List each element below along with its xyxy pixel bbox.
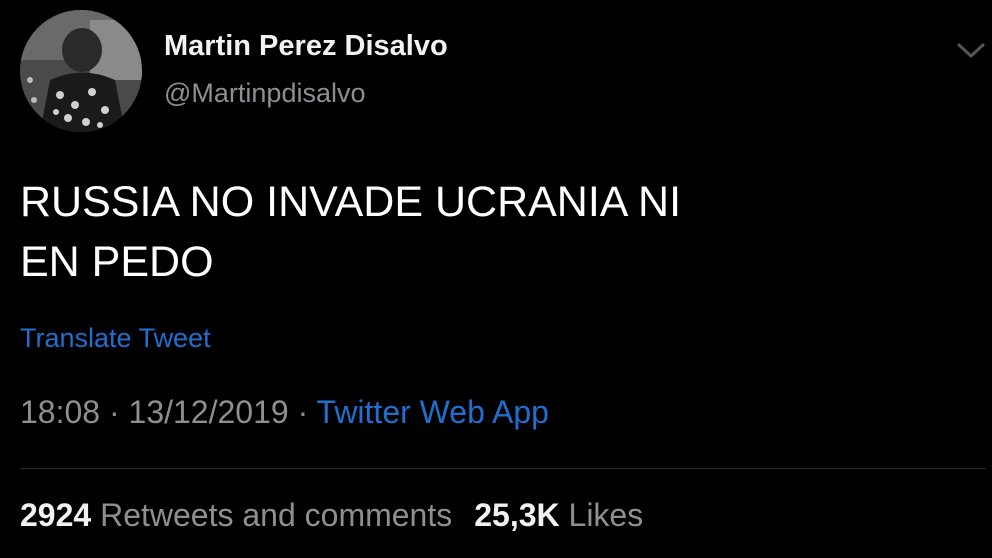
author-name[interactable]: Martin Perez Disalvo xyxy=(164,30,448,63)
tweet-stats: 2924 Retweets and comments 25,3K Likes xyxy=(20,497,643,534)
meta-separator: · xyxy=(108,394,120,430)
tweet-meta: 18:08 · 13/12/2019 · Twitter Web App xyxy=(20,394,549,431)
tweet-card: Martin Perez Disalvo @Martinpdisalvo RUS… xyxy=(0,0,992,558)
tweet-source-link[interactable]: Twitter Web App xyxy=(317,394,549,430)
author-handle[interactable]: @Martinpdisalvo xyxy=(164,78,366,109)
tweet-text-line: RUSSIA NO INVADE UCRANIA NI xyxy=(20,178,682,226)
avatar[interactable] xyxy=(20,10,142,132)
tweet-date: 13/12/2019 xyxy=(128,394,289,430)
retweets-stat[interactable]: 2924 Retweets and comments xyxy=(20,497,452,533)
tweet-text-line: EN PEDO xyxy=(20,238,214,286)
tweet-time: 18:08 xyxy=(20,394,101,430)
profile-photo-icon xyxy=(20,10,142,132)
likes-label: Likes xyxy=(568,497,644,533)
meta-separator: · xyxy=(297,394,309,430)
likes-count: 25,3K xyxy=(474,497,560,533)
retweets-count: 2924 xyxy=(20,497,92,533)
retweets-label: Retweets and comments xyxy=(100,497,453,533)
divider xyxy=(20,468,986,469)
chevron-down-icon[interactable] xyxy=(954,36,988,64)
likes-stat[interactable]: 25,3K Likes xyxy=(474,497,643,533)
translate-tweet-link[interactable]: Translate Tweet xyxy=(20,323,211,354)
tweet-text: RUSSIA NO INVADE UCRANIA NI EN PEDO xyxy=(20,172,920,292)
